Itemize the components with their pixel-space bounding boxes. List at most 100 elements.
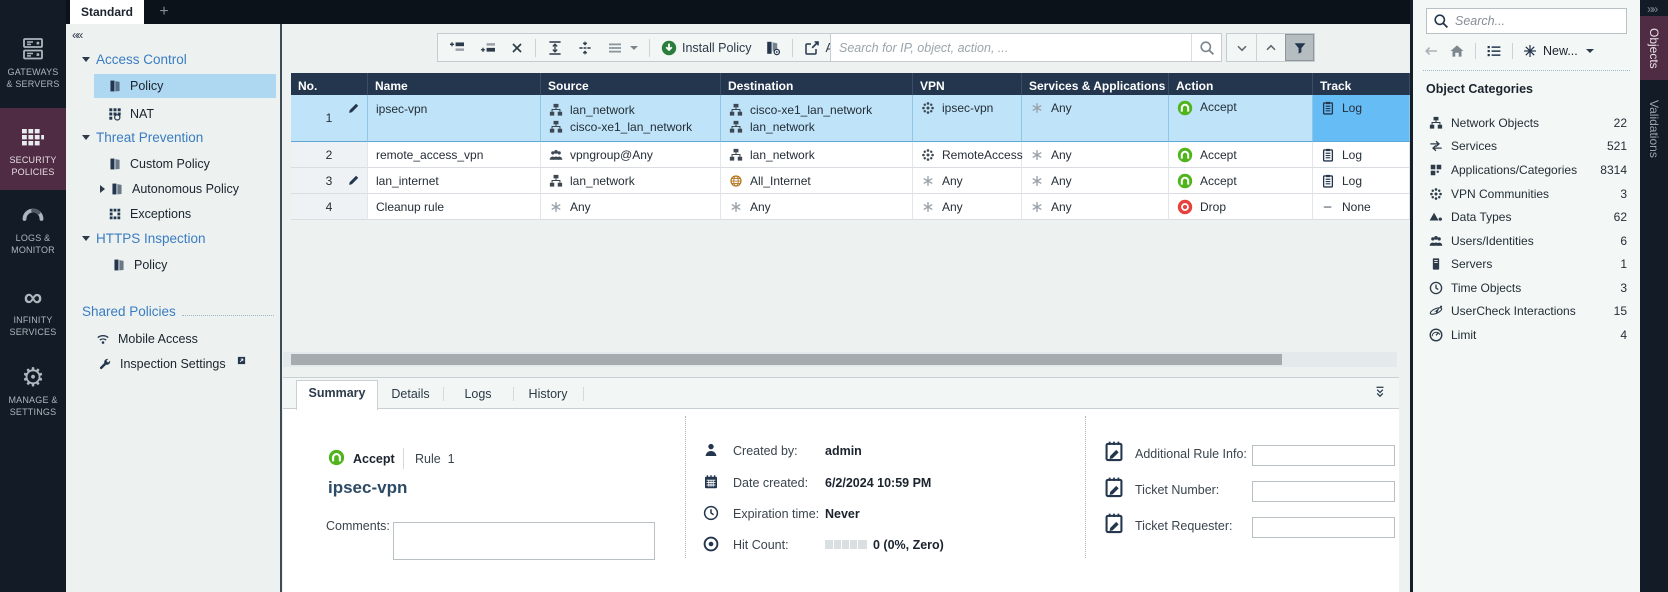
comments-input[interactable]	[393, 522, 655, 560]
rulebase-search-input[interactable]	[831, 41, 1191, 55]
category-usercheck[interactable]: UserCheck Interactions 15	[1413, 299, 1640, 322]
category-network-objects[interactable]: Network Objects 22	[1413, 111, 1640, 134]
track-cell[interactable]: Log	[1313, 168, 1410, 194]
object-label[interactable]: lan_network	[570, 103, 635, 117]
install-policy-button[interactable]: Install Policy	[655, 35, 757, 60]
tab-history[interactable]: History	[513, 382, 583, 409]
find-next-button[interactable]	[1227, 34, 1256, 61]
nav-item-autonomous-policy[interactable]: Autonomous Policy	[94, 177, 276, 201]
track-cell[interactable]: Log	[1313, 95, 1410, 142]
object-label[interactable]: Any	[1051, 148, 1072, 162]
find-previous-button[interactable]	[1256, 34, 1285, 61]
exceptions-grid-icon	[108, 207, 122, 221]
tab-details[interactable]: Details	[378, 382, 443, 409]
nav-section-shared-policies[interactable]: Shared Policies	[82, 302, 274, 320]
category-limit[interactable]: Limit 4	[1413, 323, 1640, 346]
action-label[interactable]: Accept	[1200, 100, 1237, 114]
hit-count-label: Hit Count:	[733, 538, 789, 552]
object-label[interactable]: lan_network	[750, 148, 815, 162]
add-rule-above-button[interactable]	[442, 35, 471, 60]
nav-section-https-inspection[interactable]: HTTPS Inspection	[82, 229, 206, 247]
tab-summary[interactable]: Summary	[296, 380, 378, 410]
nav-item-custom-policy[interactable]: Custom Policy	[94, 152, 276, 176]
action-label[interactable]: Drop	[1200, 200, 1226, 214]
action-label[interactable]: Accept	[1200, 174, 1237, 188]
nav-section-access-control[interactable]: Access Control	[82, 50, 187, 68]
category-servers[interactable]: Servers 1	[1413, 252, 1640, 275]
object-label[interactable]: Any	[942, 200, 963, 214]
collapse-all-button[interactable]	[571, 35, 599, 60]
object-label[interactable]: lan_network	[570, 174, 635, 188]
new-object-button[interactable]: New...	[1523, 44, 1594, 58]
category-services[interactable]: Services 521	[1413, 134, 1640, 157]
object-label[interactable]: Any	[942, 174, 963, 188]
collapse-nav-icon[interactable]: ««	[72, 28, 81, 42]
add-rule-below-button[interactable]	[473, 35, 502, 60]
track-cell[interactable]: Log	[1313, 142, 1410, 168]
view-menu-button[interactable]	[601, 35, 644, 60]
created-by-label: Created by:	[733, 444, 798, 458]
table-row[interactable]: 1 ipsec-vpn lan_network cisco-xe1_lan_ne…	[291, 95, 1410, 142]
nav-section-threat-prevention[interactable]: Threat Prevention	[82, 128, 203, 146]
object-label[interactable]: vpngroup@Any	[570, 148, 653, 162]
sidebar-item-security-policies[interactable]: SECURITYPOLICIES	[0, 108, 66, 190]
policy-settings-button[interactable]	[759, 35, 787, 60]
action-label[interactable]: Accept	[1200, 148, 1237, 162]
object-label[interactable]: cisco-xe1_lan_network	[750, 103, 872, 117]
sidebar-item-infinity-services[interactable]: ∞ INFINITYSERVICES	[0, 284, 66, 346]
track-cell[interactable]: None	[1313, 194, 1410, 220]
back-arrow-icon[interactable]	[1423, 43, 1439, 59]
nav-item-https-policy[interactable]: Policy	[94, 253, 276, 277]
collapse-panel-icon[interactable]	[1373, 385, 1387, 399]
object-label[interactable]: All_Internet	[750, 174, 811, 188]
new-tab-button[interactable]: +	[154, 2, 174, 22]
chevron-down-icon	[1586, 49, 1594, 53]
collapse-right-icon[interactable]: »»	[1647, 2, 1656, 16]
table-row[interactable]: 2 remote_access_vpn vpngroup@Any lan_net…	[291, 142, 1410, 168]
object-label[interactable]: Any	[750, 200, 771, 214]
nav-item-nat[interactable]: NAT	[94, 102, 276, 126]
tab-logs[interactable]: Logs	[443, 382, 513, 409]
any-icon	[729, 200, 743, 214]
object-label[interactable]: Any	[1051, 101, 1072, 115]
policy-package-tab[interactable]: Standard	[70, 0, 144, 24]
sidebar-item-manage-settings[interactable]: ⚙ MANAGE &SETTINGS	[0, 364, 66, 426]
object-label[interactable]: RemoteAccess	[942, 148, 1023, 162]
delete-rule-button[interactable]	[504, 35, 530, 60]
tab-validations[interactable]: Validations	[1640, 84, 1668, 174]
category-applications[interactable]: Applications/Categories 8314	[1413, 158, 1640, 181]
object-label[interactable]: cisco-xe1_lan_network	[570, 120, 692, 134]
ticket-requester-input[interactable]	[1252, 517, 1395, 538]
sidebar-item-logs-monitor[interactable]: LOGS &MONITOR	[0, 202, 66, 264]
search-icon	[1433, 13, 1449, 29]
nav-item-policy[interactable]: Policy	[94, 74, 276, 98]
rule-number-cell: 1	[291, 95, 368, 142]
nav-item-inspection-settings[interactable]: Inspection Settings	[88, 352, 276, 376]
category-time-objects[interactable]: Time Objects 3	[1413, 276, 1640, 299]
objects-search-input[interactable]	[1455, 14, 1620, 28]
object-label[interactable]: ipsec-vpn	[942, 101, 993, 115]
sidebar-item-gateways-servers[interactable]: GATEWAYS& SERVERS	[0, 36, 66, 98]
category-data-types[interactable]: Data Types 62	[1413, 205, 1640, 228]
list-view-icon[interactable]	[1486, 43, 1502, 59]
search-button[interactable]	[1191, 34, 1221, 61]
scrollbar-thumb[interactable]	[291, 354, 1282, 365]
table-row[interactable]: 3 lan_internet lan_network All_Internet …	[291, 168, 1410, 194]
category-vpn-communities[interactable]: VPN Communities 3	[1413, 182, 1640, 205]
nav-item-exceptions[interactable]: Exceptions	[94, 202, 276, 226]
tab-objects[interactable]: Objects	[1640, 16, 1668, 80]
category-users-identities[interactable]: Users/Identities 6	[1413, 229, 1640, 252]
nav-item-mobile-access[interactable]: Mobile Access	[88, 327, 276, 351]
ticket-number-input[interactable]	[1252, 481, 1395, 502]
object-label[interactable]: Any	[570, 200, 591, 214]
object-label[interactable]: lan_network	[750, 120, 815, 134]
object-label[interactable]: Any	[1051, 174, 1072, 188]
horizontal-scrollbar[interactable]	[283, 352, 1397, 367]
table-row[interactable]: 4 Cleanup rule Any Any Any Any Drop None	[291, 194, 1410, 220]
smartconsole-window: GATEWAYS& SERVERS SECURITYPOLICIES LOGS …	[0, 0, 1668, 592]
filter-toggle-button[interactable]	[1285, 34, 1314, 61]
object-label[interactable]: Any	[1051, 200, 1072, 214]
home-icon[interactable]	[1449, 43, 1465, 59]
additional-info-input[interactable]	[1252, 445, 1395, 466]
expand-all-button[interactable]	[541, 35, 569, 60]
